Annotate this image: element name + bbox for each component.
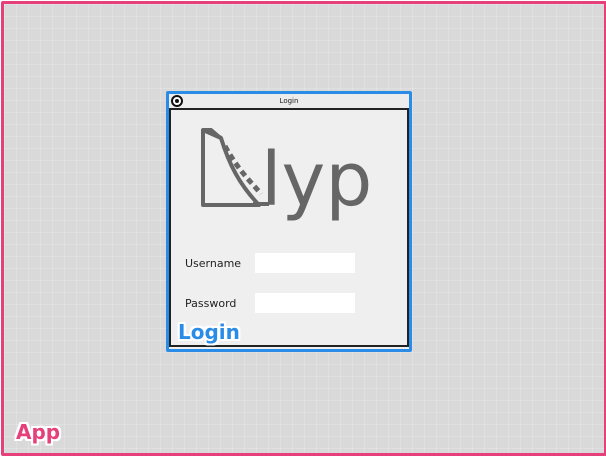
login-window: Login lyp Username Password Login <box>166 91 412 352</box>
username-label: Username <box>185 257 242 270</box>
login-window-title: Login <box>279 97 299 105</box>
app-annotation-label: App <box>16 420 61 444</box>
password-label: Password <box>185 297 237 310</box>
username-input[interactable] <box>255 253 355 273</box>
lyp-logo-icon: lyp <box>201 128 372 223</box>
login-annotation-label: Login <box>178 320 240 344</box>
password-input[interactable] <box>255 293 355 313</box>
login-titlebar: Login <box>169 94 409 110</box>
lyp-logo-text: lyp <box>261 137 372 223</box>
